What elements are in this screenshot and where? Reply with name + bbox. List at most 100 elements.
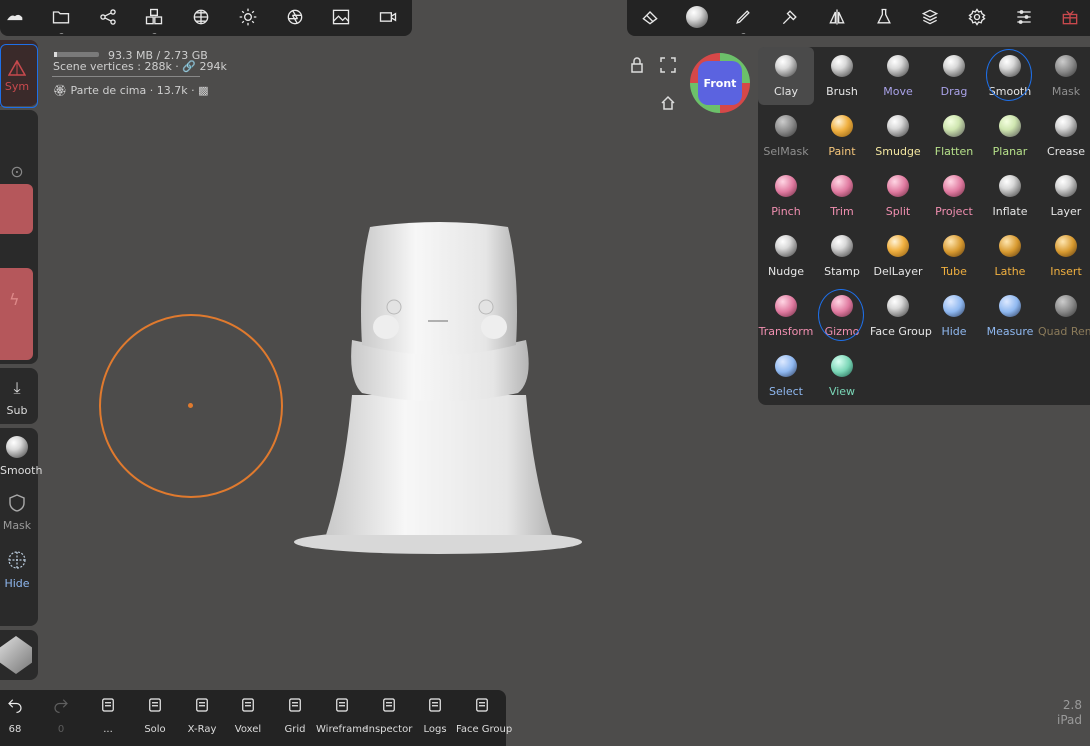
tool-paint[interactable]: Paint (814, 107, 870, 165)
smooth-quick-button[interactable]: Smooth (0, 436, 42, 477)
face-group-icon (885, 293, 911, 319)
quick-tools-panel: Smooth Mask Hide (0, 428, 42, 626)
fullscreen-icon[interactable] (660, 57, 676, 77)
tool-trim[interactable]: Trim (814, 167, 870, 225)
tool-label: Trim (830, 205, 854, 218)
bottom-face-group-button[interactable]: Face Group (456, 696, 513, 735)
tool-inflate[interactable]: Inflate (982, 167, 1038, 225)
layers-icon[interactable] (917, 4, 943, 30)
tool-label: Hide (941, 325, 967, 338)
tool-label: SelMask (763, 145, 809, 158)
face-group-icon (476, 698, 488, 712)
checker-icon: ▩ (198, 84, 209, 97)
flask-icon[interactable] (871, 4, 897, 30)
object-info[interactable]: 🏵 Parte de cima · 13.7k · ▩ (53, 84, 209, 97)
flatten-icon (941, 113, 967, 139)
sub-button[interactable]: ⤓ Sub (0, 368, 38, 424)
bottom-document-button[interactable]: ... (82, 696, 134, 735)
material-sphere-icon[interactable] (684, 4, 710, 30)
hide-quick-button[interactable]: Hide (0, 550, 34, 590)
tool-split[interactable]: Split (870, 167, 926, 225)
eraser-cube-icon[interactable] (637, 4, 663, 30)
sun-icon[interactable] (235, 4, 261, 30)
tool-measure[interactable]: Measure (982, 287, 1038, 345)
bottom-label: Logs (423, 724, 447, 735)
tool-clay[interactable]: Clay (758, 47, 814, 105)
view-cube[interactable]: Front (690, 53, 750, 113)
folder-icon[interactable]: ... (48, 4, 74, 36)
tool-smudge[interactable]: Smudge (870, 107, 926, 165)
selmask-icon (773, 113, 799, 139)
tool-select[interactable]: Select (758, 347, 814, 405)
cloud-icon[interactable] (2, 4, 28, 30)
tool-layer[interactable]: Layer (1038, 167, 1090, 225)
view-icon (829, 353, 855, 379)
tool-flatten[interactable]: Flatten (926, 107, 982, 165)
radius-slider[interactable] (0, 184, 33, 234)
brush-icon[interactable]: ... (730, 4, 756, 36)
bottom-label: Wireframe (316, 724, 369, 735)
mask-quick-button[interactable]: Mask (0, 494, 34, 532)
bottom-logs-button[interactable]: Logs (409, 696, 461, 735)
tool-transform[interactable]: Transform (758, 287, 814, 345)
tool-label: View (828, 385, 856, 398)
tool-face-group[interactable]: Face Group (870, 287, 932, 345)
bottom-label: Face Group (456, 724, 513, 735)
tool-label: Project (935, 205, 973, 218)
gear-icon[interactable] (964, 4, 990, 30)
matcap-panel[interactable] (0, 630, 38, 680)
grid-sphere-icon[interactable] (188, 4, 214, 30)
version-info: 2.8 iPad (1056, 698, 1082, 727)
tool-move[interactable]: Move (870, 47, 926, 105)
tool-project[interactable]: Project (926, 167, 982, 225)
tool-brush[interactable]: Brush (814, 47, 870, 105)
radius-icon[interactable]: ⊙ (0, 162, 34, 181)
tool-tube[interactable]: Tube (926, 227, 982, 285)
tool-gizmo[interactable]: Gizmo (814, 287, 870, 345)
tool-crease[interactable]: Crease (1038, 107, 1090, 165)
annotation-mark (986, 49, 1032, 101)
video-icon[interactable] (375, 4, 401, 30)
bottom-solo-button[interactable]: Solo (129, 696, 181, 735)
planar-icon (997, 113, 1023, 139)
tool-mask[interactable]: Mask (1038, 47, 1090, 105)
tool-selmask[interactable]: SelMask (758, 107, 814, 165)
mirror-icon[interactable] (824, 4, 850, 30)
share-icon[interactable] (95, 4, 121, 30)
bottom-grid-button[interactable]: Grid (269, 696, 321, 735)
tool-label: Lathe (994, 265, 1026, 278)
tool-label: Brush (826, 85, 858, 98)
tool-planar[interactable]: Planar (982, 107, 1038, 165)
cubes-icon[interactable]: ... (141, 4, 167, 36)
bottom-voxel-button[interactable]: Voxel (222, 696, 274, 735)
bottom-inspector-button[interactable]: Inspector (363, 696, 415, 735)
home-icon[interactable] (660, 95, 676, 115)
tool-hide[interactable]: Hide (926, 287, 982, 345)
sliders-icon[interactable] (1011, 4, 1037, 30)
memory-bar (54, 52, 99, 57)
tool-smooth[interactable]: Smooth (982, 47, 1038, 105)
tool-drag[interactable]: Drag (926, 47, 982, 105)
sculpt-model[interactable] (290, 215, 590, 560)
tool-stamp[interactable]: Stamp (814, 227, 870, 285)
tool-nudge[interactable]: Nudge (758, 227, 814, 285)
gift-icon[interactable] (1057, 4, 1083, 30)
mask-shield-icon (0, 494, 34, 515)
tool-label: Insert (1050, 265, 1082, 278)
tool-pinch[interactable]: Pinch (758, 167, 814, 225)
tool-dellayer[interactable]: DelLayer (870, 227, 926, 285)
view-cube-label: Front (698, 61, 742, 105)
image-icon[interactable] (328, 4, 354, 30)
intensity-slider[interactable]: ϟ (0, 268, 33, 360)
aperture-icon[interactable] (282, 4, 308, 30)
redo-button[interactable]: 0 (35, 696, 87, 735)
tool-view[interactable]: View (814, 347, 870, 405)
bottom-wireframe-button[interactable]: Wireframe (316, 696, 368, 735)
lock-icon[interactable] (630, 57, 644, 77)
tool-insert[interactable]: Insert (1038, 227, 1090, 285)
bottom-x-ray-button[interactable]: X-Ray (176, 696, 228, 735)
tool-lathe[interactable]: Lathe (982, 227, 1038, 285)
hammer-icon[interactable] (777, 4, 803, 30)
wireframe-sphere-icon (336, 698, 348, 712)
tool-quad-remesher[interactable]: Quad Remesher (1038, 287, 1090, 345)
